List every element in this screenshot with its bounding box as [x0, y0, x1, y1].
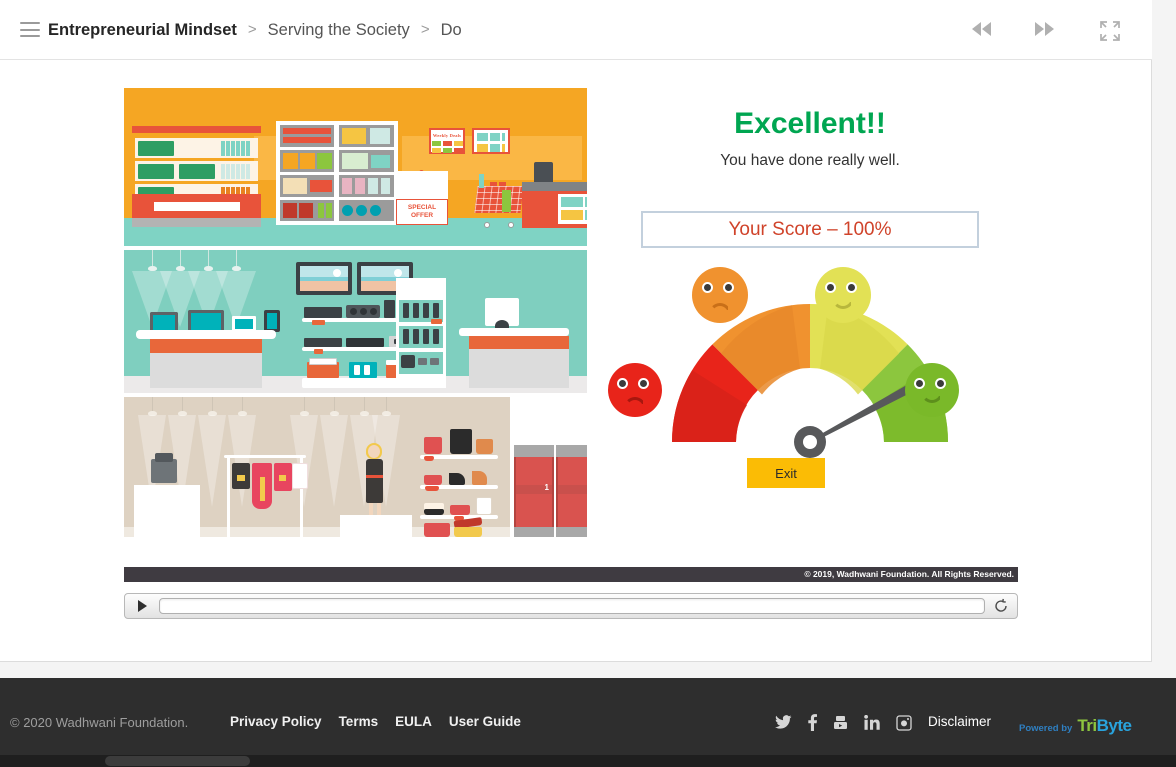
- play-icon[interactable]: [131, 597, 153, 615]
- score-gauge: Exit: [600, 262, 1020, 502]
- footer-social-links: [775, 714, 912, 731]
- footer-links: Privacy Policy Terms EULA User Guide: [230, 714, 521, 729]
- rewind-icon[interactable]: [968, 18, 996, 40]
- face-sad-icon: [608, 363, 662, 417]
- clothing-store-illustration: 1 1: [124, 397, 587, 537]
- breadcrumb-separator: >: [247, 21, 257, 38]
- special-offer-line2: OFFER: [410, 212, 434, 219]
- course-player-card: Entrepreneurial Mindset > Serving the So…: [0, 0, 1152, 662]
- special-offer-line1: SPECIAL: [407, 204, 437, 211]
- slide-copyright-text: © 2019, Wadhwani Foundation. All Rights …: [804, 569, 1014, 579]
- tribyte-logo-part2: Byte: [1096, 716, 1132, 735]
- clothing-rack: [224, 455, 308, 537]
- linkedin-icon[interactable]: [864, 715, 880, 730]
- twitter-icon[interactable]: [775, 715, 792, 730]
- gauge-arc: [672, 304, 948, 458]
- fast-forward-icon[interactable]: [1030, 18, 1058, 40]
- electronics-store-illustration: [124, 250, 587, 393]
- breadcrumb-separator: >: [420, 21, 430, 38]
- breadcrumb-item-module[interactable]: Serving the Society: [268, 19, 410, 41]
- youtube-icon[interactable]: [833, 715, 848, 730]
- page-root: Entrepreneurial Mindset > Serving the So…: [0, 0, 1176, 767]
- hamburger-menu-icon[interactable]: [20, 22, 40, 37]
- footer-link-terms[interactable]: Terms: [339, 714, 379, 729]
- score-box: Your Score – 100%: [641, 211, 979, 248]
- footer-link-privacy-policy[interactable]: Privacy Policy: [230, 714, 322, 729]
- instagram-icon[interactable]: [896, 714, 912, 731]
- result-subline: You have done really well.: [720, 152, 900, 169]
- fullscreen-icon[interactable]: [1098, 19, 1122, 43]
- special-offer-display: SPECIAL OFFER: [396, 171, 448, 225]
- footer-link-eula[interactable]: EULA: [395, 714, 432, 729]
- grocery-store-illustration: Weekly Deals SPECIAL OFFER: [124, 88, 587, 246]
- powered-by-label: Powered by: [1019, 723, 1073, 734]
- horizontal-scrollbar-thumb[interactable]: [105, 756, 250, 766]
- exit-button[interactable]: Exit: [747, 458, 825, 488]
- weekly-deals-sign: Weekly Deals: [432, 133, 462, 138]
- footer-copyright: © 2020 Wadhwani Foundation.: [10, 715, 189, 730]
- footer-link-disclaimer[interactable]: Disclaimer: [928, 714, 991, 729]
- horizontal-scrollbar[interactable]: [0, 755, 1176, 767]
- slide-illustrations: Weekly Deals SPECIAL OFFER 1: [124, 88, 587, 537]
- checkout-counter: [522, 156, 587, 228]
- breadcrumb-item-current[interactable]: Do: [441, 19, 462, 41]
- seek-bar[interactable]: [159, 598, 985, 614]
- fitting-room: 1: [556, 445, 587, 537]
- playback-control-bar: [124, 593, 1018, 619]
- breadcrumb-item-root[interactable]: Entrepreneurial Mindset: [48, 19, 237, 41]
- replay-icon[interactable]: [991, 596, 1011, 616]
- face-slightly-sad-icon: [692, 267, 748, 323]
- facebook-icon[interactable]: [808, 714, 817, 731]
- powered-by-tribyte[interactable]: Powered by TriByte: [1019, 716, 1132, 736]
- page-right-gutter: [1152, 0, 1176, 662]
- result-headline: Excellent!!: [734, 107, 886, 140]
- breadcrumb: Entrepreneurial Mindset > Serving the So…: [48, 19, 462, 41]
- fitting-room-number: 1: [544, 483, 549, 492]
- face-happy-icon: [905, 363, 959, 417]
- face-slightly-happy-icon: [815, 267, 871, 323]
- tribyte-logo: TriByte: [1077, 716, 1132, 736]
- score-text: Your Score – 100%: [728, 218, 892, 240]
- quiz-results-panel: Excellent!! You have done really well. Y…: [600, 104, 1020, 502]
- tribyte-logo-part1: Tri: [1077, 716, 1097, 735]
- top-bar: Entrepreneurial Mindset > Serving the So…: [0, 0, 1152, 60]
- slide-copyright-bar: © 2019, Wadhwani Foundation. All Rights …: [124, 567, 1018, 582]
- footer-link-user-guide[interactable]: User Guide: [449, 714, 521, 729]
- fitting-room: 1: [514, 445, 554, 537]
- page-footer: © 2020 Wadhwani Foundation. Privacy Poli…: [0, 678, 1176, 755]
